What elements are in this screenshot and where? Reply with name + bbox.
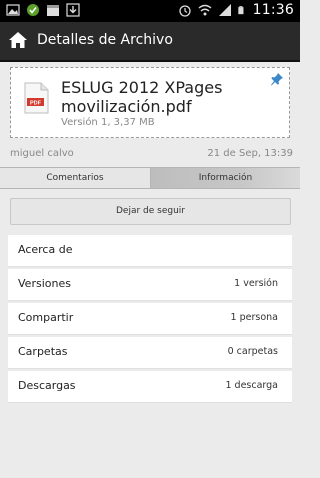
notification-icons [6, 3, 80, 17]
unfollow-button[interactable]: Dejar de seguir [10, 198, 291, 225]
info-row-versiones[interactable]: Versiones 1 versión [8, 269, 292, 301]
tab-comentarios[interactable]: Comentarios [0, 168, 151, 188]
info-row-carpetas[interactable]: Carpetas 0 carpetas [8, 337, 292, 369]
tab-informacion[interactable]: Información [151, 168, 300, 188]
alarm-icon [178, 5, 191, 17]
clock: 11:36 [252, 2, 294, 18]
info-value: 1 versión [234, 278, 278, 289]
action-bar: Detalles de Archivo [0, 22, 300, 62]
file-version-size: Versión 1, 3,37 MB [61, 117, 155, 128]
pdf-badge: PDF [30, 100, 42, 106]
image-icon [6, 4, 20, 16]
info-row-descargas[interactable]: Descargas 1 descarga [8, 371, 292, 403]
info-label: Compartir [18, 311, 74, 324]
file-title: ESLUG 2012 XPages movilización.pdf [61, 78, 223, 116]
battery-icon [237, 6, 244, 15]
pdf-file-icon: PDF [24, 82, 49, 114]
info-label: Descargas [18, 379, 76, 392]
signal-icon [218, 4, 231, 16]
check-icon [27, 4, 39, 16]
system-icons: 11:36 [178, 2, 294, 18]
info-value: 0 carpetas [227, 346, 278, 357]
tab-bar: Comentarios Información [0, 167, 300, 189]
calendar-icon [47, 5, 59, 16]
info-label: Carpetas [18, 345, 68, 358]
owner-name: miguel calvo [10, 148, 74, 159]
info-list: Acerca de Versiones 1 versión Compartir … [8, 235, 292, 405]
status-bar: 11:36 [0, 0, 300, 22]
modified-date: 21 de Sep, 13:39 [207, 148, 293, 159]
info-row-acerca[interactable]: Acerca de [8, 235, 292, 267]
file-card: PDF ESLUG 2012 XPages movilización.pdf V… [10, 67, 290, 138]
info-value: 1 descarga [225, 380, 278, 391]
info-label: Versiones [18, 277, 71, 290]
file-meta: miguel calvo 21 de Sep, 13:39 [10, 148, 293, 162]
download-icon [66, 3, 80, 17]
wifi-icon [198, 4, 212, 16]
home-icon[interactable] [8, 31, 28, 49]
info-row-compartir[interactable]: Compartir 1 persona [8, 303, 292, 335]
pin-icon[interactable] [270, 72, 284, 86]
info-value: 1 persona [230, 312, 278, 323]
info-label: Acerca de [18, 243, 73, 256]
page-title: Detalles de Archivo [37, 32, 173, 48]
